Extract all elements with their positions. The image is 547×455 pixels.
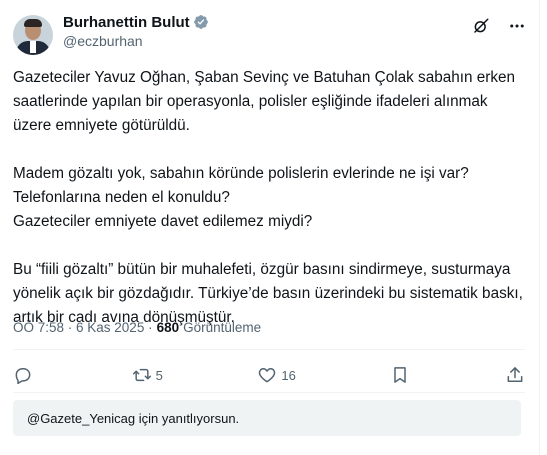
divider (13, 349, 525, 350)
divider (13, 392, 525, 393)
retweet-icon (132, 368, 151, 382)
author-info: Burhanettin Bulut @eczburhan (63, 12, 209, 49)
reply-icon (15, 368, 31, 385)
views-count: 680 (156, 320, 180, 335)
share-button[interactable] (505, 365, 525, 385)
tweet-text: Gazeteciler Yavuz Oğhan, Şaban Sevinç ve… (13, 66, 523, 354)
column-border (539, 0, 547, 455)
bookmark-icon (394, 367, 407, 383)
tweet-meta: ÖÖ 7:58 · 6 Kas 2025 · 680 Görüntüleme (13, 320, 261, 335)
tweet-timestamp[interactable]: ÖÖ 7:58 · 6 Kas 2025 · (13, 320, 153, 335)
retweet-button[interactable]: 5 (132, 365, 163, 385)
retweet-count: 5 (155, 367, 163, 383)
reply-context-text: @Gazete_Yenicag için yanıtlıyorsun. (27, 410, 240, 426)
share-icon (507, 367, 523, 382)
more-options-icon[interactable] (507, 16, 527, 36)
bookmark-button[interactable] (390, 365, 410, 385)
reply-context-box[interactable]: @Gazete_Yenicag için yanıtlıyorsun. (13, 400, 521, 436)
tweet-paragraph: Gazeteciler Yavuz Oğhan, Şaban Sevinç ve… (13, 69, 515, 134)
grok-icon[interactable] (471, 16, 491, 36)
tweet-paragraph: Madem gözaltı yok, sabahın köründe polis… (13, 165, 469, 230)
action-bar: 5 16 (13, 362, 525, 388)
author-handle[interactable]: @eczburhan (63, 33, 209, 49)
reply-button[interactable] (13, 365, 37, 385)
tweet-header: Burhanettin Bulut @eczburhan (13, 12, 527, 60)
heart-icon (259, 368, 276, 383)
verified-badge-icon (193, 15, 208, 29)
views-label: Görüntüleme (183, 320, 262, 335)
avatar[interactable] (13, 15, 53, 55)
author-display-name[interactable]: Burhanettin Bulut (63, 14, 190, 31)
like-count: 16 (281, 367, 296, 383)
like-button[interactable]: 16 (257, 365, 296, 385)
